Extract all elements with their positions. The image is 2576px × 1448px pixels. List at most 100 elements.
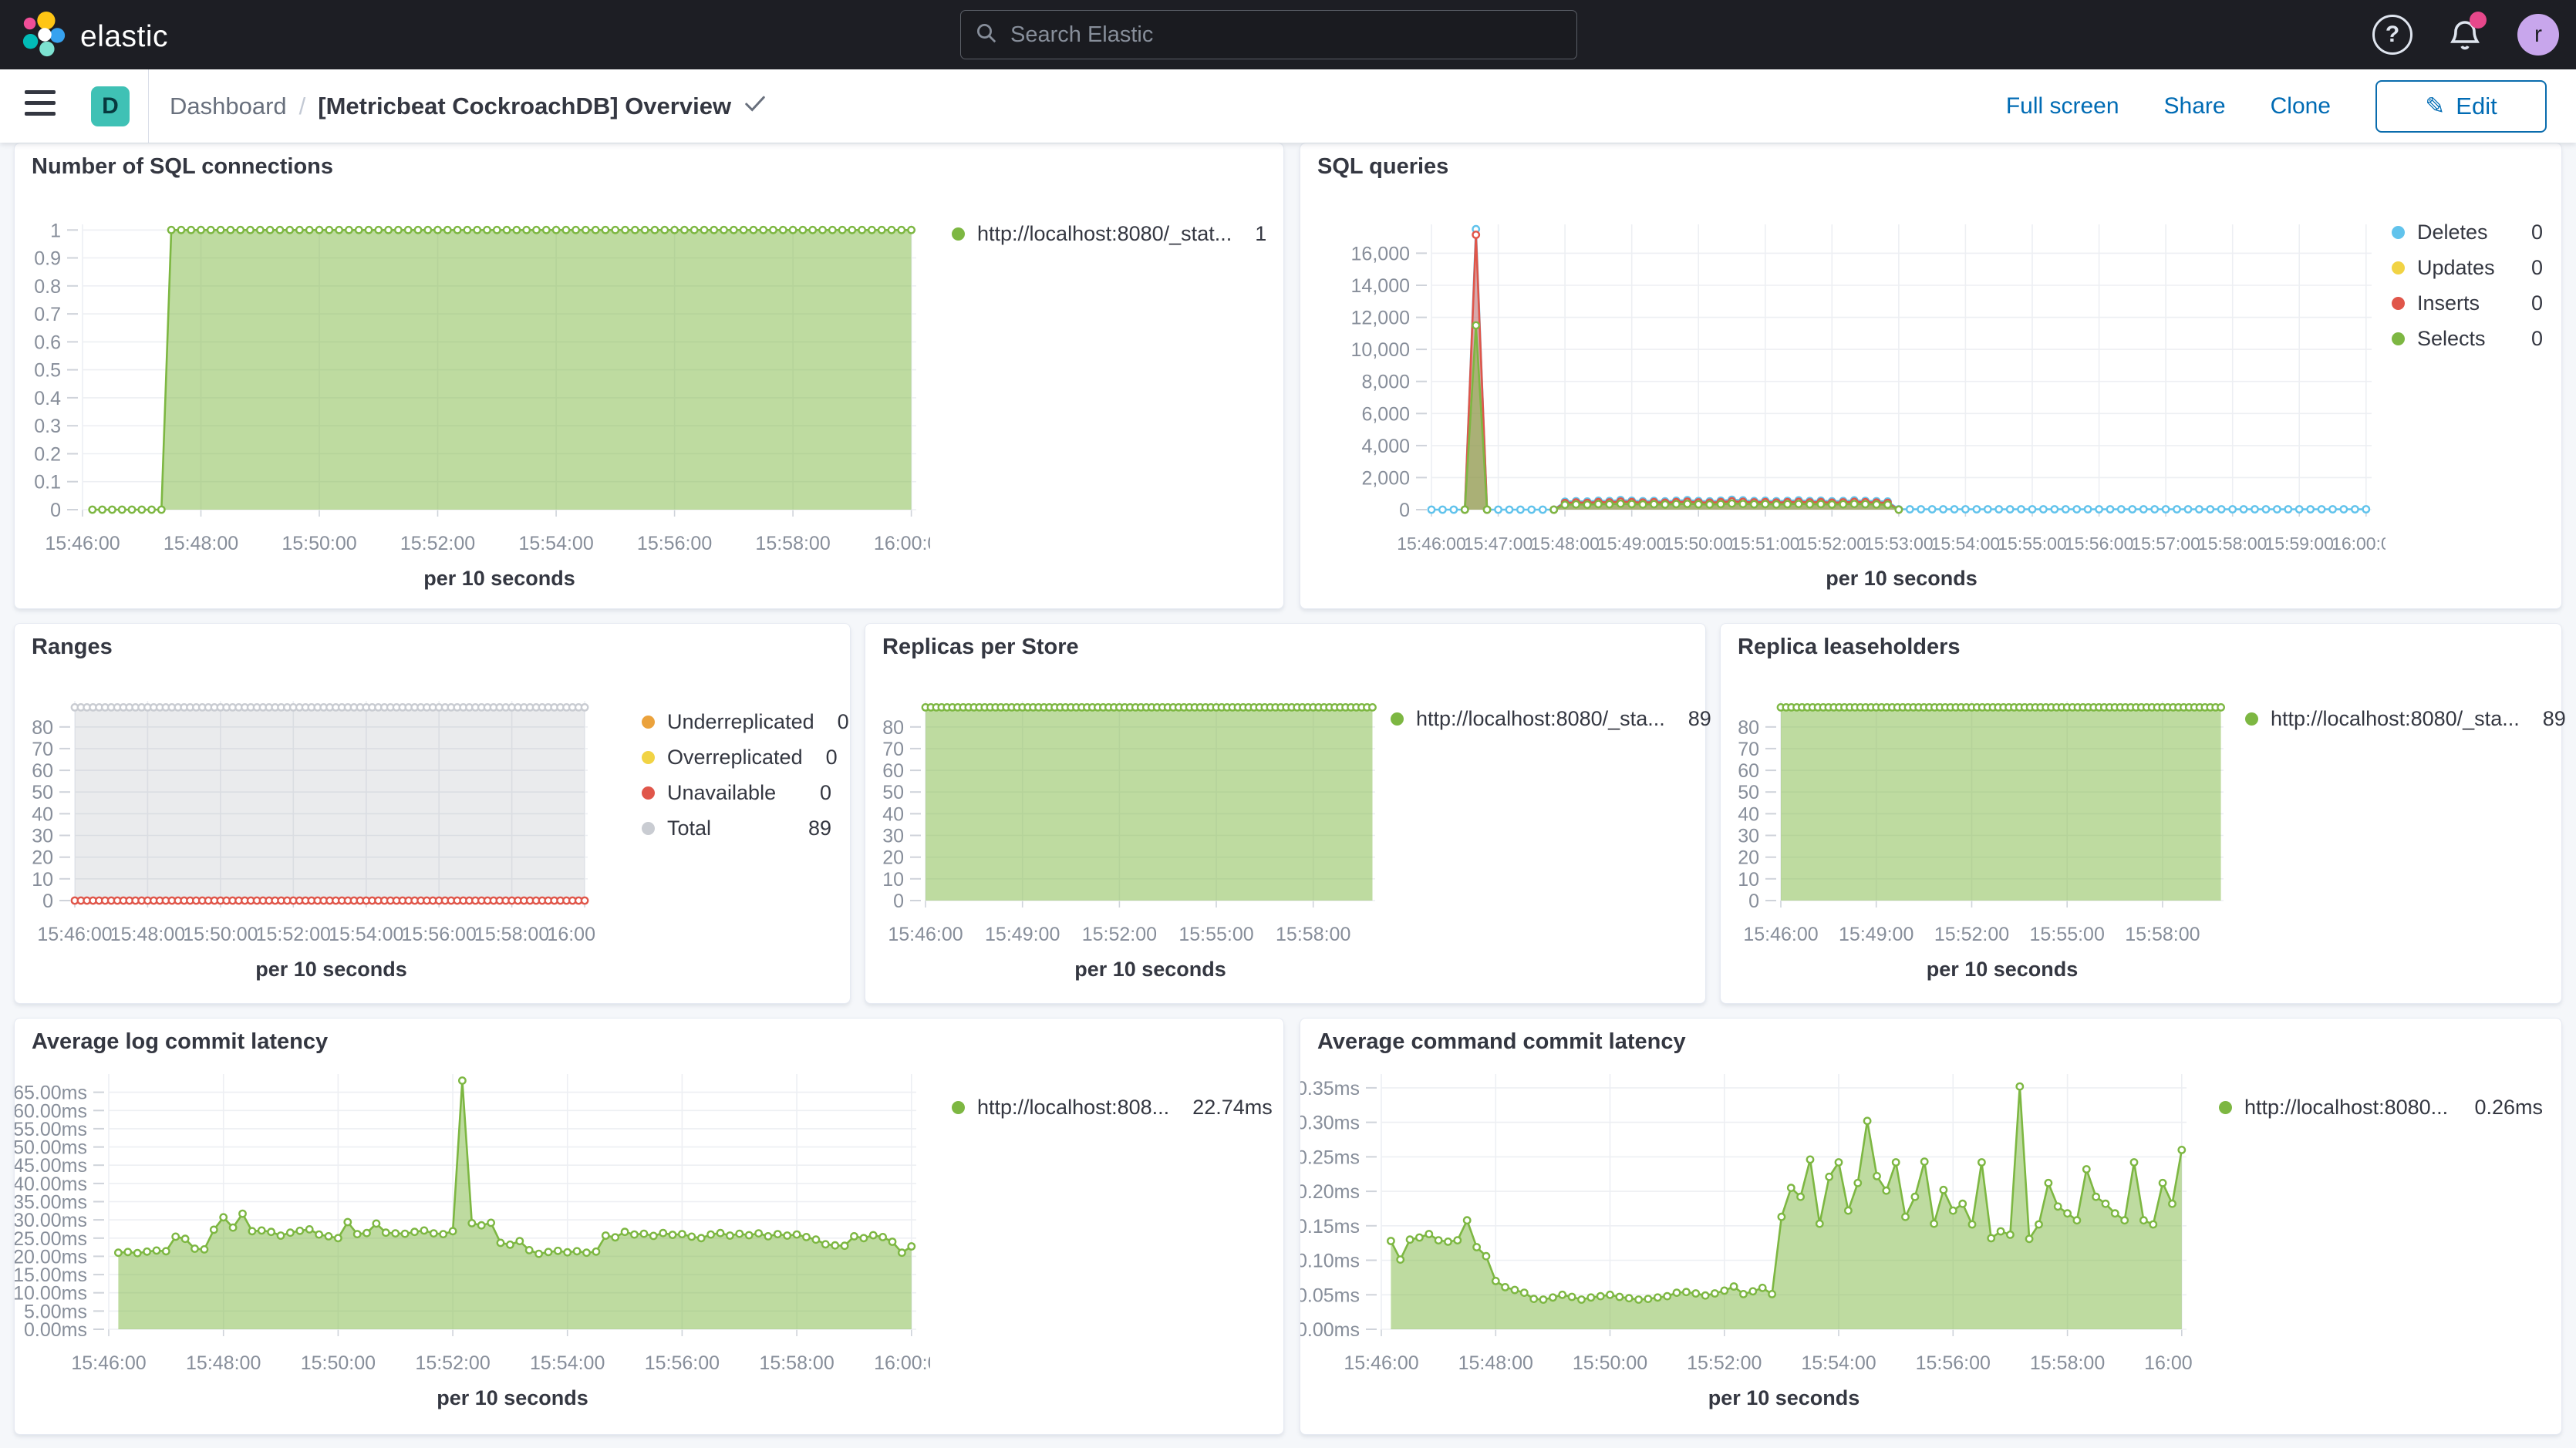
legend-item[interactable]: Deletes0 xyxy=(2392,221,2543,244)
brand-name: elastic xyxy=(80,20,168,54)
svg-text:15:58:00: 15:58:00 xyxy=(1276,924,1350,945)
panel-sql-queries: SQL queries 15:46:0015:47:0015:48:0015:4… xyxy=(1300,143,2562,609)
sql-connections-chart[interactable]: 15:46:0015:48:0015:50:0015:52:0015:54:00… xyxy=(15,143,930,610)
legend-item[interactable]: http://localhost:8080/_stat...1 xyxy=(952,222,1265,246)
share-button[interactable]: Share xyxy=(2164,93,2226,120)
menu-hamburger-button[interactable] xyxy=(25,90,59,121)
legend-series-label: Underreplicated xyxy=(667,710,814,734)
svg-text:0.20ms: 0.20ms xyxy=(1300,1181,1360,1203)
svg-text:15:48:00: 15:48:00 xyxy=(186,1352,261,1374)
legend-series-value: 0 xyxy=(827,710,849,734)
edit-button[interactable]: ✎ Edit xyxy=(2375,80,2547,133)
legend-series-label: Selects xyxy=(2417,327,2486,351)
svg-text:15:54:00: 15:54:00 xyxy=(329,924,403,945)
svg-text:15:55:00: 15:55:00 xyxy=(1998,534,2067,554)
legend-item[interactable]: Underreplicated0 xyxy=(642,710,831,734)
breadcrumb-dashboard-link[interactable]: Dashboard xyxy=(170,93,287,120)
legend-series-label: http://localhost:8080/_stat... xyxy=(977,222,1232,246)
chart-legend: http://localhost:8080/_stat...1 xyxy=(929,143,1283,608)
elastic-brand: elastic xyxy=(20,10,168,63)
legend-series-dot-icon xyxy=(2245,712,2258,726)
replicas-per-store-chart[interactable]: 15:46:0015:49:0015:52:0015:55:0015:58:00… xyxy=(865,624,1383,1005)
svg-text:15:52:00: 15:52:00 xyxy=(1082,924,1157,945)
chart-legend: Underreplicated0Overreplicated0Unavailab… xyxy=(595,624,850,1003)
svg-text:0.35ms: 0.35ms xyxy=(1300,1078,1360,1099)
svg-text:15:50:00: 15:50:00 xyxy=(301,1352,376,1374)
avg-command-commit-latency-chart[interactable]: 15:46:0015:48:0015:50:0015:52:0015:54:00… xyxy=(1300,1019,2193,1436)
legend-item[interactable]: Inserts0 xyxy=(2392,291,2543,315)
svg-text:10: 10 xyxy=(1738,869,1759,891)
alerts-bell-button[interactable] xyxy=(2446,16,2483,53)
legend-series-dot-icon xyxy=(2392,226,2405,239)
svg-text:16:00:00: 16:00:00 xyxy=(547,924,597,945)
svg-text:per 10 seconds: per 10 seconds xyxy=(1826,567,1978,590)
svg-text:40: 40 xyxy=(882,803,904,825)
panel-title[interactable]: Replica leaseholders xyxy=(1738,635,1961,660)
full-screen-button[interactable]: Full screen xyxy=(2006,93,2119,120)
legend-series-value: 0 xyxy=(2520,221,2543,244)
svg-text:0: 0 xyxy=(893,891,904,912)
panel-title[interactable]: Number of SQL connections xyxy=(32,154,333,180)
title-caret-icon[interactable] xyxy=(743,93,767,120)
global-search[interactable] xyxy=(960,10,1577,59)
legend-item[interactable]: Updates0 xyxy=(2392,256,2543,280)
help-icon[interactable]: ? xyxy=(2372,15,2412,55)
dashboard-app-badge[interactable]: D xyxy=(91,86,130,126)
svg-text:16:00:00: 16:00:00 xyxy=(874,1352,930,1374)
elastic-logo-icon xyxy=(20,10,68,63)
svg-text:15:56:00: 15:56:00 xyxy=(402,924,477,945)
legend-item[interactable]: Overreplicated0 xyxy=(642,746,831,769)
legend-item[interactable]: http://localhost:8080...0.26ms xyxy=(2219,1096,2543,1120)
panel-title[interactable]: SQL queries xyxy=(1317,154,1448,180)
legend-item[interactable]: Total89 xyxy=(642,817,831,840)
notification-dot xyxy=(2470,12,2487,29)
svg-text:15:50:00: 15:50:00 xyxy=(183,924,258,945)
svg-text:15:56:00: 15:56:00 xyxy=(1916,1352,1991,1374)
svg-text:0.00ms: 0.00ms xyxy=(1300,1319,1360,1341)
svg-text:15:49:00: 15:49:00 xyxy=(1597,534,1667,554)
svg-text:0: 0 xyxy=(42,891,53,912)
legend-series-label: Inserts xyxy=(2417,291,2480,315)
panel-title[interactable]: Ranges xyxy=(32,635,113,660)
svg-text:15:49:00: 15:49:00 xyxy=(1839,924,1913,945)
legend-item[interactable]: Selects0 xyxy=(2392,327,2543,351)
sql-queries-chart[interactable]: 15:46:0015:47:0015:48:0015:49:0015:50:00… xyxy=(1300,143,2385,610)
search-input[interactable] xyxy=(1009,22,1563,49)
ranges-chart[interactable]: 15:46:0015:48:0015:50:0015:52:0015:54:00… xyxy=(15,624,597,1005)
svg-text:15:56:00: 15:56:00 xyxy=(2065,534,2134,554)
search-icon xyxy=(975,22,998,49)
svg-text:70: 70 xyxy=(882,739,904,760)
svg-text:0.10ms: 0.10ms xyxy=(1300,1251,1360,1272)
svg-text:15:59:00: 15:59:00 xyxy=(2264,534,2334,554)
svg-text:14,000: 14,000 xyxy=(1351,275,1410,297)
clone-button[interactable]: Clone xyxy=(2271,93,2331,120)
panel-title[interactable]: Average log commit latency xyxy=(32,1029,328,1055)
svg-text:0.05ms: 0.05ms xyxy=(1300,1285,1360,1306)
legend-series-label: http://localhost:808... xyxy=(977,1096,1169,1120)
svg-text:15:47:00: 15:47:00 xyxy=(1464,534,1533,554)
svg-text:0: 0 xyxy=(1748,891,1759,912)
svg-text:0.8: 0.8 xyxy=(34,276,61,298)
panel-title[interactable]: Replicas per Store xyxy=(882,635,1079,660)
legend-item[interactable]: Unavailable0 xyxy=(642,781,831,805)
svg-text:15:46:00: 15:46:00 xyxy=(1397,534,1466,554)
breadcrumb-separator: / xyxy=(299,93,306,120)
replica-leaseholders-chart[interactable]: 15:46:0015:49:0015:52:0015:55:0015:58:00… xyxy=(1721,624,2231,1005)
svg-text:0.7: 0.7 xyxy=(34,304,61,325)
legend-item[interactable]: http://localhost:808...22.74ms xyxy=(952,1096,1265,1120)
legend-item[interactable]: http://localhost:8080/_sta...89 xyxy=(1391,707,1687,731)
svg-text:60: 60 xyxy=(32,760,53,782)
legend-series-dot-icon xyxy=(642,716,655,729)
svg-text:15:51:00: 15:51:00 xyxy=(1731,534,1800,554)
svg-text:15:54:00: 15:54:00 xyxy=(530,1352,605,1374)
avg-log-commit-latency-chart[interactable]: 15:46:0015:48:0015:50:0015:52:0015:54:00… xyxy=(15,1019,930,1436)
svg-text:10,000: 10,000 xyxy=(1351,339,1410,361)
svg-text:50: 50 xyxy=(882,782,904,803)
legend-item[interactable]: http://localhost:8080/_sta...89 xyxy=(2245,707,2543,731)
user-avatar[interactable]: r xyxy=(2517,14,2559,56)
svg-text:15:55:00: 15:55:00 xyxy=(1178,924,1253,945)
legend-series-value: 89 xyxy=(1677,707,1711,731)
panel-title[interactable]: Average command commit latency xyxy=(1317,1029,1686,1055)
panel-avg-log-commit-latency: Average log commit latency 15:46:0015:48… xyxy=(14,1018,1284,1435)
svg-text:60: 60 xyxy=(1738,760,1759,782)
